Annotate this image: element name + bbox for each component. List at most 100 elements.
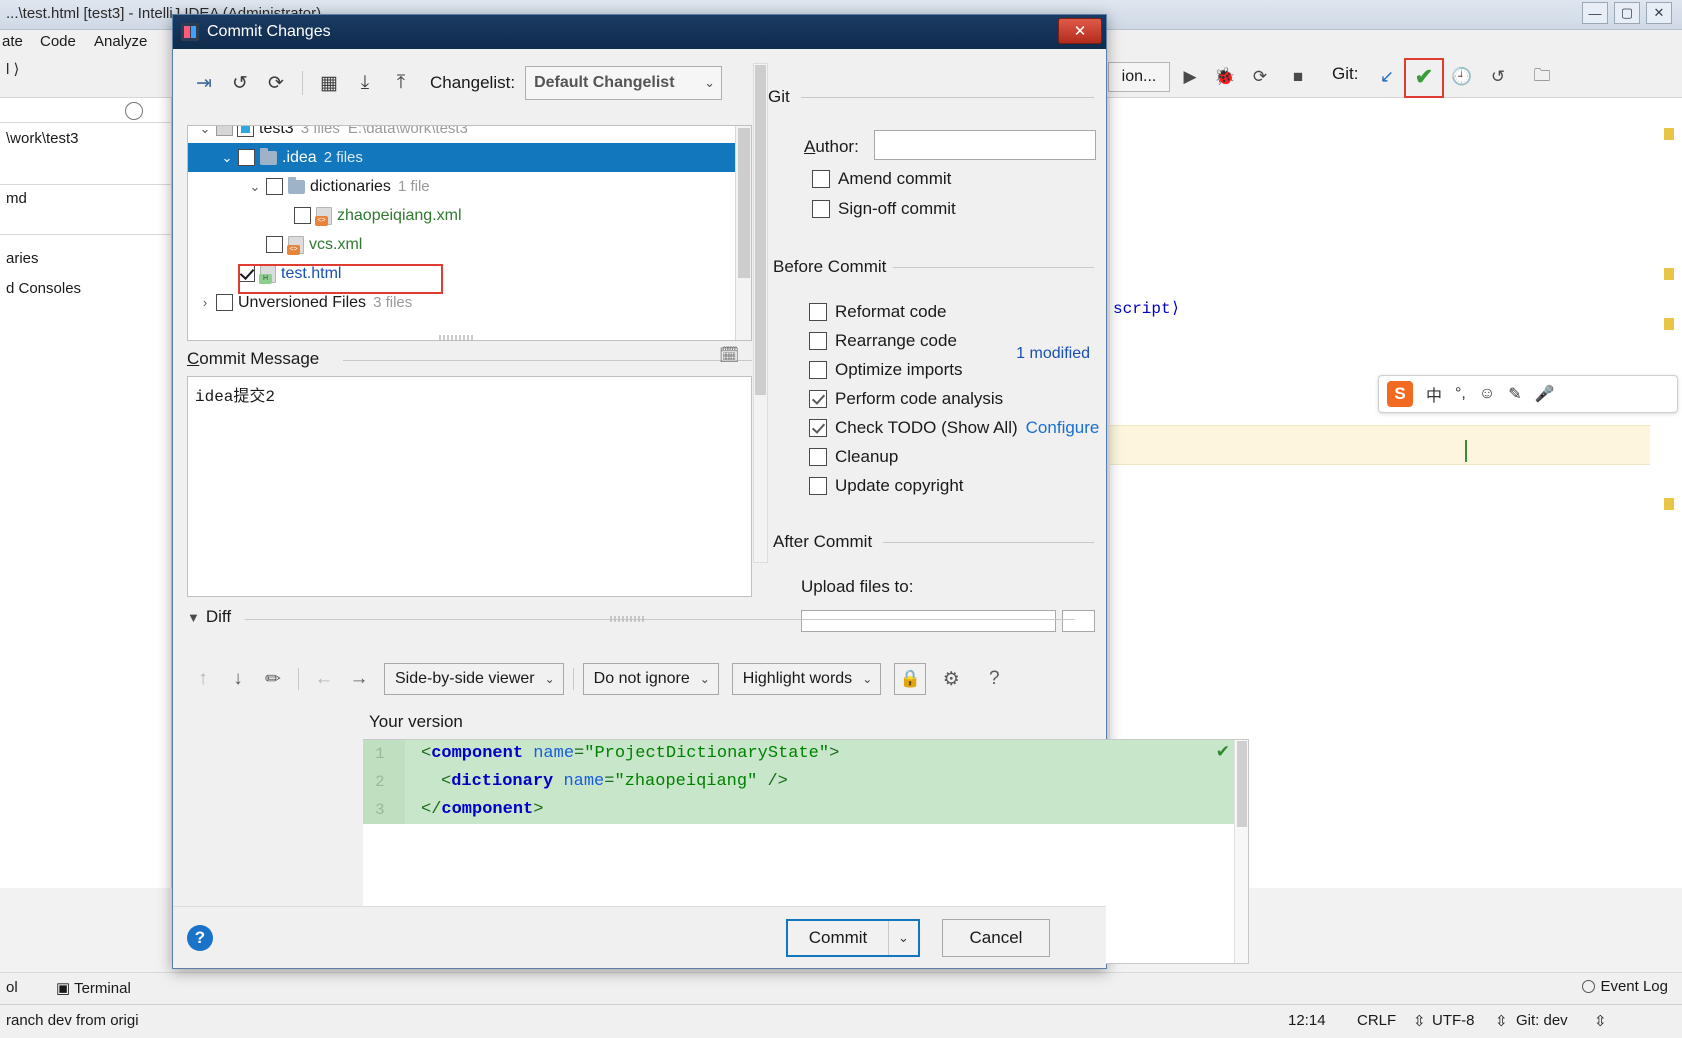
toolwindow-item-terminal[interactable]: ▣ Terminal bbox=[56, 979, 131, 997]
update-copyright-checkbox[interactable]: Update copyright bbox=[809, 476, 964, 496]
history-icon[interactable]: 🕘 bbox=[1447, 62, 1477, 92]
event-log-button[interactable]: Event Log bbox=[1582, 978, 1668, 995]
ide-close-button[interactable]: ✕ bbox=[1646, 2, 1672, 24]
diff-section-header[interactable]: ▼ Diff bbox=[187, 607, 240, 627]
table-row[interactable]: <> zhaopeiqiang.xml bbox=[188, 201, 751, 230]
status-encoding[interactable]: UTF-8 bbox=[1432, 1012, 1475, 1029]
diff-scrollbar-thumb[interactable] bbox=[1237, 741, 1247, 827]
status-branch-arrows[interactable]: ⇳ bbox=[1594, 1012, 1607, 1030]
upload-target-field[interactable] bbox=[801, 610, 1056, 632]
diff-scrollbar[interactable] bbox=[1234, 740, 1248, 963]
table-row[interactable]: ⌄ .idea 2 files bbox=[188, 143, 751, 172]
ime-punct-icon[interactable]: °, bbox=[1455, 385, 1466, 403]
collapse-all-icon[interactable]: ⤒ bbox=[384, 66, 418, 100]
status-git-branch[interactable]: Git: dev bbox=[1516, 1012, 1568, 1029]
upload-browse-button[interactable] bbox=[1062, 610, 1095, 632]
menu-item-code[interactable]: Code bbox=[40, 33, 76, 50]
row-checkbox[interactable] bbox=[266, 178, 283, 195]
left-panel-row-path[interactable]: \work\test3 bbox=[6, 130, 79, 147]
diff-splitter-handle[interactable] bbox=[610, 616, 644, 622]
commit-button[interactable]: Commit bbox=[788, 921, 888, 955]
cleanup-checkbox[interactable]: Cleanup bbox=[809, 447, 898, 467]
row-checkbox[interactable] bbox=[238, 149, 255, 166]
ime-lang-toggle[interactable]: 中 bbox=[1426, 382, 1442, 406]
row-checkbox[interactable] bbox=[238, 265, 255, 282]
expand-all-icon[interactable]: ⤓ bbox=[348, 66, 382, 100]
commit-message-input[interactable]: idea提交2 bbox=[187, 376, 752, 597]
ide-minimize-button[interactable]: — bbox=[1582, 2, 1608, 24]
reformat-code-checkbox[interactable]: Reformat code bbox=[809, 302, 947, 322]
author-field[interactable] bbox=[874, 130, 1096, 160]
ide-maximize-button[interactable]: ▢ bbox=[1614, 2, 1640, 24]
settings-gear-icon[interactable] bbox=[125, 102, 143, 120]
table-row[interactable]: ⌄ test3 3 files E:\data\work\test3 bbox=[194, 126, 751, 143]
rearrange-code-checkbox[interactable]: Rearrange code bbox=[809, 331, 957, 351]
left-panel-row-consoles[interactable]: d Consoles bbox=[6, 280, 81, 297]
table-row[interactable]: <> vcs.xml bbox=[188, 230, 751, 259]
stop-icon[interactable]: ■ bbox=[1283, 62, 1313, 92]
apply-left-icon[interactable]: ← bbox=[308, 663, 340, 695]
changes-tree[interactable]: ⌄ test3 3 files E:\data\work\test3 ⌄ .id… bbox=[187, 125, 752, 341]
move-to-another-changelist-icon[interactable]: ⇥ bbox=[187, 66, 221, 100]
row-checkbox[interactable] bbox=[216, 294, 233, 311]
perform-code-analysis-checkbox[interactable]: Perform code analysis bbox=[809, 389, 1003, 409]
chevron-down-icon[interactable]: ⌄ bbox=[216, 150, 238, 166]
help-button[interactable]: ? bbox=[187, 925, 213, 951]
status-separator-arrows[interactable]: ⇳ bbox=[1413, 1012, 1426, 1030]
viewer-mode-select[interactable]: Side-by-side viewer ⌄ bbox=[384, 663, 564, 695]
commit-options-dropdown[interactable]: ⌄ bbox=[888, 921, 918, 955]
edit-source-icon[interactable]: ✏ bbox=[257, 663, 289, 695]
status-encoding-arrows[interactable]: ⇳ bbox=[1495, 1012, 1508, 1030]
gear-icon[interactable]: ⚙ bbox=[935, 663, 967, 695]
run-configuration-selector[interactable]: ion... bbox=[1108, 62, 1170, 92]
input-method-bar[interactable]: S 中 °, ☺ ✎ 🎤 bbox=[1378, 375, 1678, 413]
dialog-close-button[interactable]: ✕ bbox=[1058, 18, 1102, 44]
row-checkbox[interactable] bbox=[294, 207, 311, 224]
rollback-icon[interactable]: ↺ bbox=[223, 66, 257, 100]
left-panel-row-aries[interactable]: aries bbox=[6, 250, 39, 267]
ime-emoji-icon[interactable]: ☺ bbox=[1479, 385, 1495, 403]
help-icon[interactable]: ? bbox=[978, 663, 1010, 695]
chevron-right-icon[interactable]: › bbox=[194, 295, 216, 310]
open-folder-icon[interactable]: 🗀 bbox=[1527, 62, 1557, 92]
ime-voice-icon[interactable]: 🎤 bbox=[1535, 384, 1555, 404]
configure-todo-link[interactable]: Configure bbox=[1026, 418, 1100, 438]
tree-scrollbar[interactable] bbox=[735, 126, 751, 340]
update-project-icon[interactable]: ↙ bbox=[1372, 62, 1402, 92]
tree-splitter-handle[interactable] bbox=[439, 335, 473, 341]
cancel-button[interactable]: Cancel bbox=[942, 919, 1050, 957]
next-difference-icon[interactable]: ↓ bbox=[222, 663, 254, 695]
debug-icon[interactable]: 🐞 bbox=[1210, 62, 1240, 92]
options-scrollbar-thumb[interactable] bbox=[755, 65, 766, 395]
table-row[interactable]: H test.html bbox=[188, 259, 751, 288]
optimize-imports-checkbox[interactable]: Optimize imports bbox=[809, 360, 963, 380]
previous-difference-icon[interactable]: ↑ bbox=[187, 663, 219, 695]
table-row[interactable]: ⌄ dictionaries 1 file bbox=[188, 172, 751, 201]
whitespace-mode-select[interactable]: Do not ignore ⌄ bbox=[582, 663, 719, 695]
signoff-commit-checkbox[interactable]: Sign-off commit bbox=[812, 199, 956, 219]
toolwindow-item-ol[interactable]: ol bbox=[6, 979, 18, 996]
revert-icon[interactable]: ↺ bbox=[1483, 62, 1513, 92]
group-by-icon[interactable]: ▦ bbox=[312, 66, 346, 100]
triangle-down-icon[interactable]: ▼ bbox=[187, 610, 200, 625]
refresh-icon[interactable]: ⟳ bbox=[259, 66, 293, 100]
amend-commit-checkbox[interactable]: Amend commit bbox=[812, 169, 951, 189]
lock-icon[interactable]: 🔒 bbox=[894, 663, 927, 695]
run-with-coverage-icon[interactable]: ⟳ bbox=[1245, 62, 1275, 92]
ime-handwrite-icon[interactable]: ✎ bbox=[1508, 384, 1521, 404]
table-row[interactable]: › Unversioned Files 3 files bbox=[188, 288, 751, 317]
chevron-down-icon[interactable]: ⌄ bbox=[244, 179, 266, 195]
row-checkbox[interactable] bbox=[266, 236, 283, 253]
check-todo-checkbox[interactable]: Check TODO (Show All) Configure bbox=[809, 418, 1099, 438]
row-checkbox[interactable] bbox=[237, 126, 254, 137]
message-history-icon[interactable]: 🗓 bbox=[719, 345, 741, 367]
menu-item-analyze[interactable]: Analyze bbox=[94, 33, 147, 50]
run-icon[interactable]: ▶ bbox=[1175, 62, 1205, 92]
tree-scrollbar-thumb[interactable] bbox=[738, 128, 750, 278]
menu-item-ate[interactable]: ate bbox=[2, 33, 23, 50]
changelist-select[interactable]: Default Changelist ⌄ bbox=[525, 66, 723, 100]
highlight-mode-select[interactable]: Highlight words ⌄ bbox=[731, 663, 882, 695]
apply-right-icon[interactable]: → bbox=[343, 663, 375, 695]
left-panel-row-md[interactable]: md bbox=[6, 190, 27, 207]
chevron-down-icon[interactable]: ⌄ bbox=[194, 126, 216, 137]
